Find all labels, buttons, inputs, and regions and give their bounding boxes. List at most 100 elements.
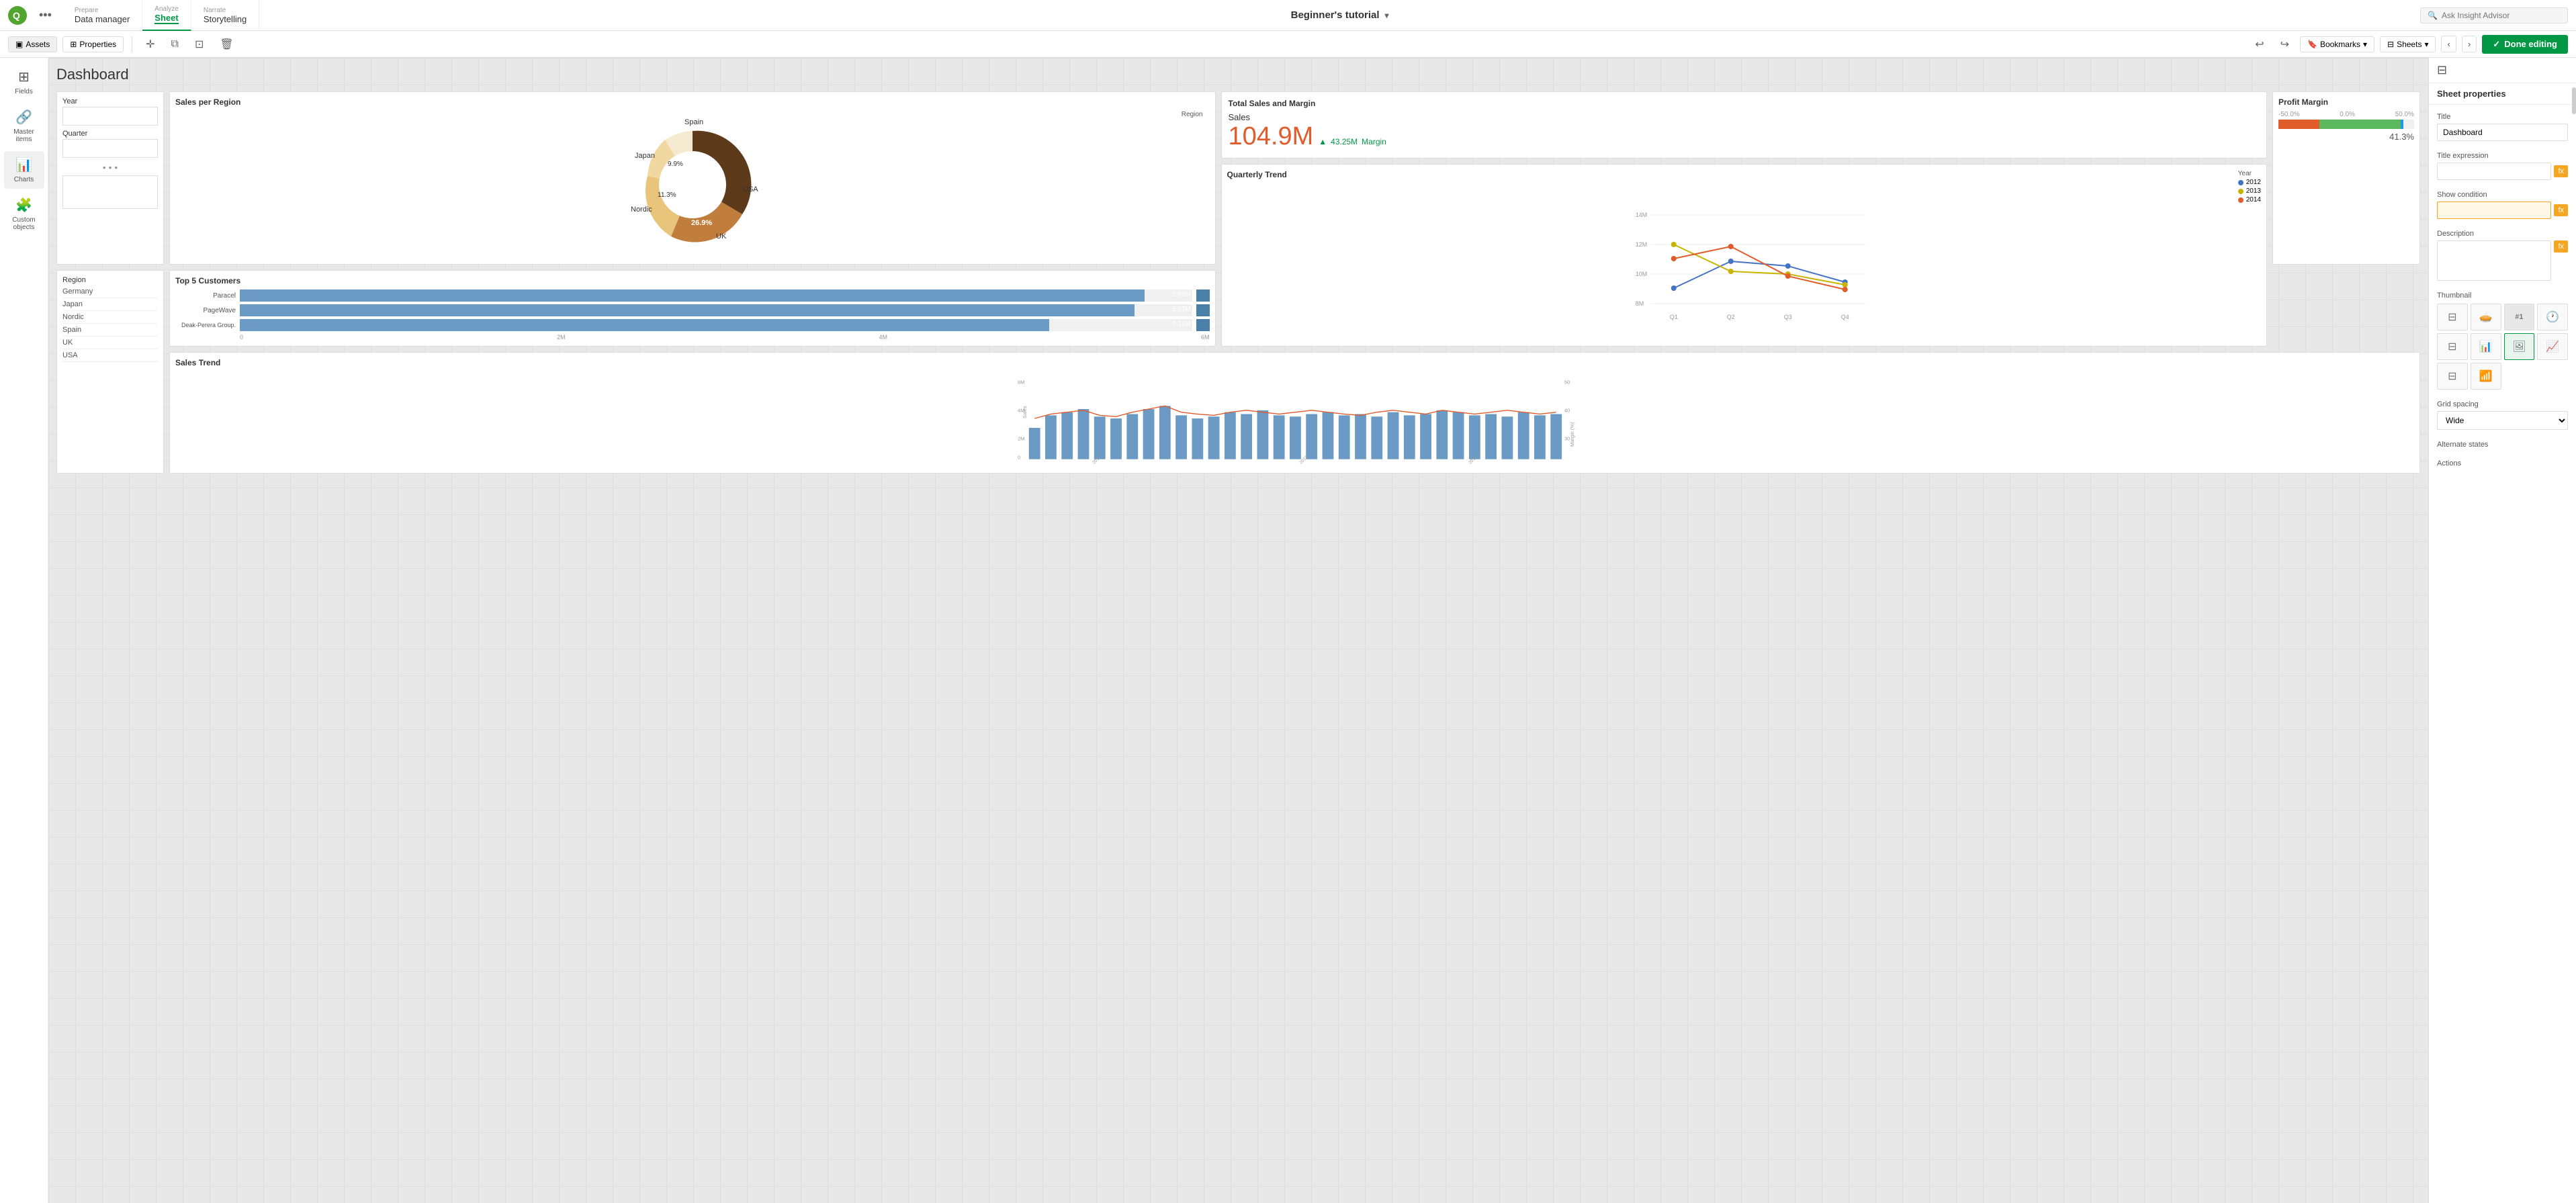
bar-chart: Paracel 5.69M PageWave 5.63M [175,289,1210,341]
bar-4 [1078,409,1090,459]
region-usa[interactable]: USA [62,349,158,362]
nav-prepare[interactable]: Prepare Data manager [62,0,142,31]
scrollbar-thumb[interactable] [2572,87,2576,114]
nav-narrate[interactable]: Narrate Storytelling [191,0,259,31]
copy-icon-btn[interactable]: ⧉ [166,36,184,53]
paste-icon-btn[interactable]: ⊡ [189,35,209,54]
right-panel: ⊟ Sheet properties Title Title expressio… [2428,58,2576,1203]
region-germany[interactable]: Germany [62,285,158,298]
bookmarks-button[interactable]: 🔖 Bookmarks ▾ [2300,36,2374,52]
total-sales-widget: Total Sales and Margin Sales 104.9M ▲ 43… [1221,91,2268,159]
extra-filter-box[interactable] [62,175,158,209]
description-textarea[interactable] [2437,240,2551,281]
next-sheet-button[interactable]: › [2462,36,2477,52]
margin-arrow-icon: ▲ [1319,137,1327,146]
thumb-pie[interactable]: 🥧 [2471,304,2501,330]
point-2013-q2 [1728,269,1733,274]
thumb-blank[interactable]: ⊟ [2437,304,2468,330]
show-condition-label: Show condition [2437,191,2568,199]
show-condition-input[interactable] [2437,202,2551,219]
sidebar-item-custom-objects[interactable]: 🧩 Custom objects [4,191,44,236]
search-icon: 🔍 [2428,11,2438,20]
done-editing-button[interactable]: ✓ Done editing [2482,35,2568,54]
x-q1: Q1 [1669,314,1677,320]
st-y-0: 0 [1018,455,1020,461]
app-title-dropdown[interactable]: ▾ [1385,11,1389,20]
redo-button[interactable]: ↪ [2275,35,2295,54]
title-input[interactable] [2437,124,2568,141]
year-quarter-filter[interactable]: Year Quarter • • • [56,91,164,265]
point-2013-q1 [1671,242,1676,247]
quarter-filter-box[interactable] [62,139,158,158]
bar-19 [1323,412,1334,459]
point-2014-q4 [1842,287,1847,292]
sales-label: Sales [1229,112,2260,122]
qlik-logo: Q [8,6,32,25]
sales-per-region-title: Sales per Region [175,97,1210,107]
canvas-area: Dashboard Year Quarter • • • Sales per R… [48,58,2428,1203]
thumb-clock[interactable]: 🕐 [2537,304,2568,330]
paracel-bar-extra [1196,289,1210,302]
search-input[interactable] [2442,11,2549,20]
sidebar-item-master-items[interactable]: 🔗 Master items [4,103,44,148]
sheets-icon: ⊟ [2387,40,2394,49]
more-menu-button[interactable]: ••• [39,8,52,22]
nav-prepare-sub: Prepare [75,7,130,14]
sales-trend-svg: 6M 4M 2M 0 50 40 30 Sales Margin (%) [175,371,2414,465]
nav-logo[interactable]: Q [8,6,32,25]
bar-23 [1388,412,1399,459]
bar-7 [1126,414,1138,459]
move-icon-btn[interactable]: ✛ [140,35,160,54]
point-2012-q2 [1728,259,1733,264]
st-sales-label: Sales [1022,406,1028,418]
properties-button[interactable]: ⊞ Properties [62,36,124,52]
region-uk[interactable]: UK [62,337,158,349]
show-condition-fx-button[interactable]: fx [2554,204,2568,216]
nav-analyze[interactable]: Analyze Sheet [142,0,191,31]
year-filter-box[interactable] [62,107,158,126]
thumb-stacked[interactable]: 📶 [2471,363,2501,390]
bar-10 [1175,415,1187,459]
undo-button[interactable]: ↩ [2250,35,2269,54]
app-title[interactable]: Beginner's tutorial ▾ [259,9,2420,21]
filter-more-icon[interactable]: • • • [62,162,158,173]
paracel-label: Paracel [175,292,236,300]
thumb-blank2[interactable]: ⊟ [2437,333,2468,360]
thumb-line-chart[interactable]: 📈 [2537,333,2568,360]
title-expression-input[interactable] [2437,163,2551,180]
deak-value: 5.11M [1172,320,1190,328]
delete-icon-btn[interactable]: 🗑 [214,35,238,54]
sheet-title: Dashboard [56,66,2420,83]
insight-advisor-search[interactable]: 🔍 [2420,7,2568,24]
sheet-properties-title: Sheet properties [2429,83,2576,105]
title-expression-fx-button[interactable]: fx [2554,165,2568,177]
region-filter-widget[interactable]: Region Germany Japan Nordic Spain UK USA [56,270,164,474]
description-fx-button[interactable]: fx [2554,240,2568,253]
legend-2013-label: 2013 [2246,187,2261,195]
charts-icon: 📊 [15,157,32,173]
description-section: Description fx [2437,230,2568,281]
region-japan[interactable]: Japan [62,298,158,311]
thumb-blank3[interactable]: ⊟ [2437,363,2468,390]
show-condition-row: fx [2437,202,2568,219]
japan-pct: 9.9% [668,161,683,168]
thumb-bar-chart[interactable]: 📊 [2471,333,2501,360]
checkmark-icon: ✓ [2493,39,2500,50]
region-spain[interactable]: Spain [62,324,158,337]
sidebar-item-charts[interactable]: 📊 Charts [4,151,44,189]
thumb-image[interactable]: 🖼 [2504,333,2535,360]
sidebar-item-fields[interactable]: ⊞ Fields [4,63,44,101]
assets-button[interactable]: ▣ Assets [8,36,57,52]
y-8m: 8M [1635,300,1644,307]
sheets-button[interactable]: ⊟ Sheets ▾ [2380,36,2436,52]
thumb-number[interactable]: #1 [2504,304,2535,330]
quarterly-trend-widget: Quarterly Trend Year 2012 2013 [1221,164,2268,347]
line-2014 [1673,247,1845,289]
prev-sheet-button[interactable]: ‹ [2441,36,2456,52]
usa-pct: 45.5% [684,204,705,212]
profit-value: 41.3% [2278,132,2414,142]
grid-spacing-select[interactable]: Small Medium Wide Custom [2437,411,2568,430]
region-nordic[interactable]: Nordic [62,311,158,324]
bar-20 [1339,415,1350,459]
quarterly-trend-svg: 14M 12M 10M 8M Q1 Q2 Q3 Q4 [1227,205,2262,326]
